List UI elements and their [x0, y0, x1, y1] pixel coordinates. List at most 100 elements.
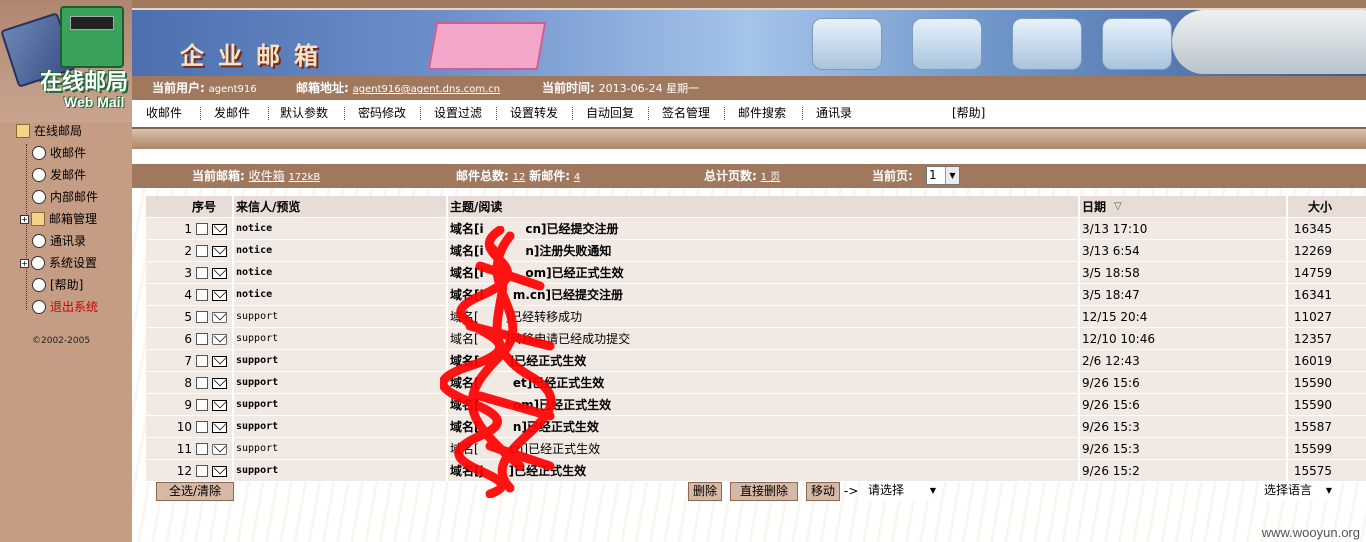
row-number: 7: [184, 354, 192, 368]
sender[interactable]: notice: [236, 284, 446, 306]
menu-password[interactable]: 密码修改: [358, 100, 406, 126]
row-checkbox[interactable]: [196, 465, 208, 477]
menu-search[interactable]: 邮件搜索: [738, 100, 786, 126]
subject-link[interactable]: 域名[i n]注册失败通知: [450, 240, 1075, 262]
tree-item-logout[interactable]: 退出系统: [32, 296, 98, 318]
sender[interactable]: support: [236, 306, 446, 328]
subject-link[interactable]: 域名[ .cn]已经正式生效: [450, 438, 1075, 460]
row-checkbox[interactable]: [196, 289, 208, 301]
subject-link[interactable]: 域名[ ]已经正式生效: [450, 350, 1075, 372]
tree-item-internal-mail[interactable]: 内部邮件: [32, 186, 98, 208]
row-number: 10: [176, 420, 192, 434]
row-checkbox[interactable]: [196, 245, 208, 257]
expand-icon[interactable]: +: [20, 259, 29, 268]
sender[interactable]: support: [236, 350, 446, 372]
row-checkbox[interactable]: [196, 311, 208, 323]
sender[interactable]: support: [236, 438, 446, 460]
row-checkbox[interactable]: [196, 223, 208, 235]
move-button[interactable]: 移动: [806, 482, 840, 501]
expand-icon[interactable]: +: [20, 215, 29, 224]
subject-link[interactable]: 域名[ ]已经转移成功: [450, 306, 1075, 328]
tree-item-compose[interactable]: 发邮件: [32, 164, 86, 186]
subject-link[interactable]: 域名[ et]已经正式生效: [450, 372, 1075, 394]
row-checkbox[interactable]: [196, 421, 208, 433]
row-checkbox[interactable]: [196, 355, 208, 367]
mailbox-size: 172kB: [288, 172, 321, 183]
menu-signature[interactable]: 签名管理: [662, 100, 710, 126]
row-checkbox[interactable]: [196, 377, 208, 389]
select-all-button[interactable]: 全选/清除: [156, 482, 234, 501]
header-size[interactable]: 大小: [1292, 196, 1332, 218]
compose-icon: [32, 167, 46, 182]
tree-item-help[interactable]: [帮助]: [32, 274, 83, 296]
size: 16345: [1293, 222, 1332, 236]
menu-compose[interactable]: 发邮件: [214, 100, 250, 126]
language-select[interactable]: 选择语言 ▼: [1260, 482, 1334, 501]
sender[interactable]: notice: [236, 262, 446, 284]
header-from: 来信人/预览: [236, 200, 301, 214]
new-count: 4: [573, 172, 581, 183]
tree-item-mailbox-manage[interactable]: + 邮箱管理: [20, 208, 97, 230]
logo-text-cn: 在线邮局: [40, 70, 129, 95]
mailbox-address[interactable]: agent916@agent.dns.com.cn: [353, 84, 501, 95]
table-row[interactable]: 4 notice 域名[i m.cn]已经提交注册 3/5 18:47 16341: [146, 284, 1366, 306]
table-row[interactable]: 5 support 域名[ ]已经转移成功 12/15 20:4 11027: [146, 306, 1366, 328]
sender[interactable]: notice: [236, 218, 446, 240]
row-number: 3: [184, 266, 192, 280]
sender[interactable]: notice: [236, 240, 446, 262]
menu-filter[interactable]: 设置过滤: [434, 100, 482, 126]
header-date[interactable]: 日期: [1082, 196, 1282, 218]
move-target-select[interactable]: 请选择 ▼: [864, 482, 938, 501]
date: 3/5 18:47: [1082, 288, 1140, 302]
delete-button[interactable]: 删除: [688, 482, 722, 501]
menu-forward[interactable]: 设置转发: [510, 100, 558, 126]
subject-link[interactable]: 域名[ n]已经正式生效: [450, 416, 1075, 438]
table-row[interactable]: 3 notice 域名[i om]已经正式生效 3/5 18:58 14759: [146, 262, 1366, 284]
table-row[interactable]: 8 support 域名[ et]已经正式生效 9/26 15:6 15590: [146, 372, 1366, 394]
table-row[interactable]: 6 support 域名[ ]转移申请已经成功提交 12/10 10:46 12357: [146, 328, 1366, 350]
row-number: 5: [184, 310, 192, 324]
watermark: www.wooyun.org: [1261, 525, 1360, 540]
banner-title: 企业邮箱: [180, 42, 332, 70]
subject-link[interactable]: 域名[ ]转移申请已经成功提交: [450, 328, 1075, 350]
subject-link[interactable]: 域名[i cn]已经提交注册: [450, 218, 1075, 240]
page-select[interactable]: 1 ▼: [926, 166, 960, 185]
unread-mail-icon: [212, 356, 227, 367]
row-checkbox[interactable]: [196, 443, 208, 455]
tree-item-inbox[interactable]: 收邮件: [32, 142, 86, 164]
tree-item-settings[interactable]: + 系统设置: [20, 252, 97, 274]
tree-item-contacts[interactable]: 通讯录: [32, 230, 86, 252]
sender[interactable]: support: [236, 328, 446, 350]
table-row[interactable]: 7 support 域名[ ]已经正式生效 2/6 12:43 16019: [146, 350, 1366, 372]
internal-mail-icon: [32, 189, 46, 204]
menu-help[interactable]: [帮助]: [952, 100, 985, 126]
sender[interactable]: support: [236, 460, 446, 482]
chevron-down-icon: ▼: [1325, 486, 1332, 495]
sort-desc-icon[interactable]: ▽: [1114, 196, 1122, 218]
tree-root[interactable]: 在线邮局: [16, 120, 82, 142]
table-row[interactable]: 12 support 域名[j ]已经正式生效 9/26 15:2 15575: [146, 460, 1366, 482]
subject-link[interactable]: 域名[i m.cn]已经提交注册: [450, 284, 1075, 306]
row-checkbox[interactable]: [196, 333, 208, 345]
row-checkbox[interactable]: [196, 267, 208, 279]
table-row[interactable]: 2 notice 域名[i n]注册失败通知 3/13 6:54 12269: [146, 240, 1366, 262]
menu-contacts[interactable]: 通讯录: [816, 100, 852, 126]
subject-link[interactable]: 域名[ om]已经正式生效: [450, 394, 1075, 416]
table-row[interactable]: 9 support 域名[ om]已经正式生效 9/26 15:6 15590: [146, 394, 1366, 416]
move-arrow: ->: [844, 484, 859, 498]
sender[interactable]: support: [236, 416, 446, 438]
direct-delete-button[interactable]: 直接删除: [730, 482, 798, 501]
unread-mail-icon: [212, 466, 227, 477]
table-row[interactable]: 10 support 域名[ n]已经正式生效 9/26 15:3 15587: [146, 416, 1366, 438]
sender[interactable]: support: [236, 394, 446, 416]
menu-default-params[interactable]: 默认参数: [280, 100, 328, 126]
table-row[interactable]: 1 notice 域名[i cn]已经提交注册 3/13 17:10 16345: [146, 218, 1366, 240]
subject-link[interactable]: 域名[i om]已经正式生效: [450, 262, 1075, 284]
subject-link[interactable]: 域名[j ]已经正式生效: [450, 460, 1075, 482]
menu-auto-reply[interactable]: 自动回复: [586, 100, 634, 126]
row-checkbox[interactable]: [196, 399, 208, 411]
current-mailbox[interactable]: 收件箱: [249, 169, 285, 183]
menu-inbox[interactable]: 收邮件: [146, 100, 182, 126]
sender[interactable]: support: [236, 372, 446, 394]
table-row[interactable]: 11 support 域名[ .cn]已经正式生效 9/26 15:3 15599: [146, 438, 1366, 460]
